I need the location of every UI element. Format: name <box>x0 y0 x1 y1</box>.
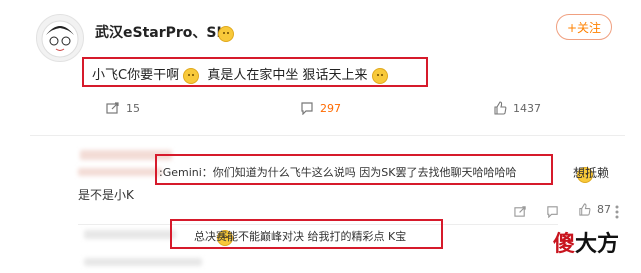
post-text-part-2: 真是人在家中坐 狠话天上来 <box>207 68 368 83</box>
comment-action[interactable]: 297 <box>300 101 341 115</box>
blurred-username <box>84 230 176 239</box>
comment-tail-text: 想抵赖 <box>573 166 610 180</box>
post-text-part-1: 小飞C你要干啊 <box>92 68 180 83</box>
blurred-reply-to <box>78 168 162 176</box>
like-icon <box>579 203 591 216</box>
share-icon <box>106 102 119 114</box>
watermark-char-1: 傻 <box>553 232 576 257</box>
watermark-char-2: 大方 <box>575 232 620 257</box>
emoji-icon <box>183 67 200 84</box>
comment-like-action[interactable]: 87 <box>578 203 611 216</box>
post-text: 小飞C你要干啊 真是人在家中坐 狠话天上来 <box>92 64 388 84</box>
watermark-logo: 傻大方 <box>553 226 619 258</box>
follow-button[interactable]: +关注 <box>556 14 612 40</box>
like-count: 1437 <box>513 101 541 115</box>
comment-second-line: 是不是小K <box>78 188 134 202</box>
blurred-text <box>84 258 202 266</box>
like-action[interactable]: 1437 <box>493 101 541 115</box>
comment-like-count: 87 <box>597 203 611 216</box>
comment-count: 297 <box>320 101 341 115</box>
verified-badge-icon <box>218 25 234 42</box>
menu-icon[interactable] <box>613 205 621 223</box>
avatar[interactable] <box>36 14 84 62</box>
share-count: 15 <box>126 101 140 115</box>
divider <box>30 135 625 136</box>
share-action[interactable]: 15 <box>106 101 140 115</box>
like-icon <box>494 101 507 115</box>
comment-icon <box>301 102 313 115</box>
comment-icon[interactable] <box>546 203 559 222</box>
comment-reply-text: 总决赛能不能巅峰对决 给我打的精彩点 K宝 <box>194 230 407 243</box>
emoji-icon <box>371 67 388 84</box>
username[interactable]: 武汉eStarPro、SK <box>95 22 227 42</box>
share-icon[interactable] <box>514 203 527 222</box>
comment-reply-text: :Gemini：你们知道为什么飞牛这么说吗 因为SK罢了去找他聊天哈哈哈哈 <box>159 166 517 179</box>
